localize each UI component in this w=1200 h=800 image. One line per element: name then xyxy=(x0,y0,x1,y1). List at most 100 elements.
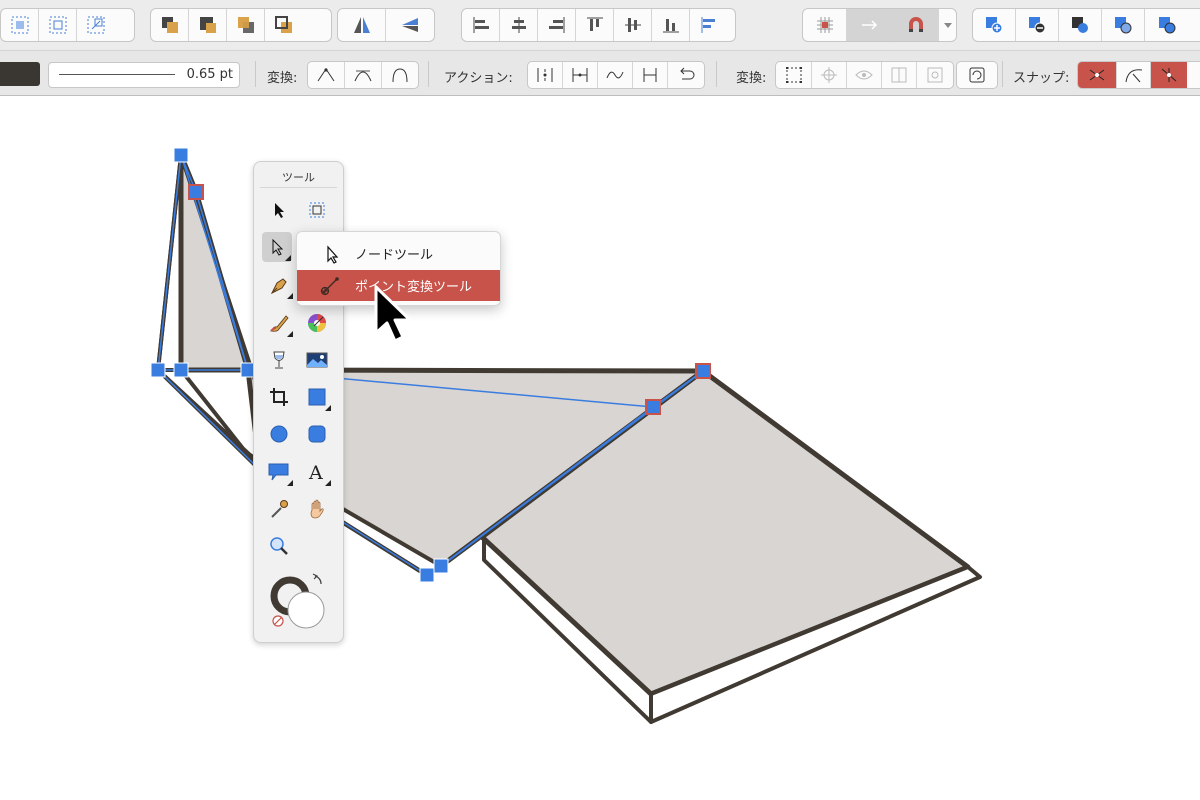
eye-icon[interactable] xyxy=(847,62,882,88)
subtract-shape-icon[interactable] xyxy=(1016,9,1059,41)
context-toolbar: 0.65 pt 変換: アクション: 変換: スナップ: xyxy=(0,51,1200,96)
close-curve-icon[interactable] xyxy=(633,62,668,88)
pen-tool-icon[interactable] xyxy=(264,270,294,300)
bounding-box-icon[interactable] xyxy=(776,62,812,88)
snapping-group xyxy=(802,8,957,42)
left-flap[interactable] xyxy=(156,152,262,472)
color-wheel-icon[interactable] xyxy=(302,308,332,338)
scale-icon[interactable] xyxy=(882,62,917,88)
bring-to-front-icon[interactable] xyxy=(151,9,189,41)
snap-mode-group xyxy=(1077,61,1200,89)
fill-stroke-swatches[interactable] xyxy=(269,570,329,630)
flyout-item-node-tool[interactable]: ノードツール xyxy=(297,238,500,269)
image-tool-icon[interactable] xyxy=(302,345,332,375)
mouse-cursor-icon xyxy=(374,285,412,343)
arrange-group xyxy=(150,8,332,42)
node-handle-selected[interactable] xyxy=(188,184,204,200)
flip-horizontal-icon[interactable] xyxy=(338,9,386,41)
rounded-rect-tool-icon[interactable] xyxy=(302,419,332,449)
sharp-node-icon[interactable] xyxy=(308,62,345,88)
divider xyxy=(260,187,337,188)
break-node-icon[interactable] xyxy=(528,62,563,88)
node-handle-selected[interactable] xyxy=(645,399,661,415)
artboard-tool-icon[interactable] xyxy=(302,195,332,225)
brush-tool-icon[interactable] xyxy=(264,308,294,338)
divide-shape-icon[interactable] xyxy=(1145,9,1188,41)
magnet-icon[interactable] xyxy=(893,9,939,41)
flyout-item-label: ノードツール xyxy=(355,248,434,263)
rectangle-tool-icon[interactable] xyxy=(302,382,332,412)
node-tool-icon[interactable] xyxy=(262,232,292,262)
main-toolbar xyxy=(0,0,1200,51)
node-handle[interactable] xyxy=(173,362,189,378)
rotate-box-icon[interactable] xyxy=(917,62,953,88)
flip-group xyxy=(337,8,435,42)
node-tool-icon xyxy=(327,245,339,264)
crop-tool-icon[interactable] xyxy=(264,382,294,412)
node-handle-selected[interactable] xyxy=(695,363,711,379)
align-center-icon[interactable] xyxy=(500,9,538,41)
snap-arrow-icon[interactable] xyxy=(847,9,893,41)
divider xyxy=(255,61,256,87)
crosshair-icon[interactable] xyxy=(812,62,847,88)
callout-tool-icon[interactable] xyxy=(264,457,294,487)
intersect-shape-icon[interactable] xyxy=(1059,9,1102,41)
action-group xyxy=(527,61,705,89)
node-handle[interactable] xyxy=(150,362,166,378)
align-group xyxy=(461,8,736,42)
select-none-icon[interactable] xyxy=(39,9,77,41)
text-tool-icon[interactable]: A xyxy=(302,457,332,487)
send-backward-icon[interactable] xyxy=(227,9,265,41)
eyedropper-tool-icon[interactable] xyxy=(264,494,294,524)
selection-group xyxy=(0,8,135,42)
distribute-icon[interactable] xyxy=(690,9,728,41)
xor-shape-icon[interactable] xyxy=(1102,9,1145,41)
transform2-label: 変換: xyxy=(736,71,767,86)
boolean-group xyxy=(972,8,1200,42)
zoom-tool-icon[interactable] xyxy=(264,531,294,561)
divider xyxy=(428,61,429,87)
grid-snap-icon[interactable] xyxy=(803,9,847,41)
select-all-icon[interactable] xyxy=(1,9,39,41)
svg-text:A: A xyxy=(308,462,323,483)
snap-label: スナップ: xyxy=(1013,71,1070,86)
snap-curve-icon[interactable] xyxy=(1117,62,1151,88)
transform-label: 変換: xyxy=(267,71,298,86)
rotate-group xyxy=(956,61,998,89)
align-bottom-icon[interactable] xyxy=(652,9,690,41)
snap-nodes-icon[interactable] xyxy=(1078,62,1117,88)
palette-title: ツール xyxy=(282,171,315,184)
flip-vertical-icon[interactable] xyxy=(386,9,434,41)
ellipse-tool-icon[interactable] xyxy=(264,419,294,449)
stroke-color-swatch[interactable] xyxy=(0,62,40,86)
chevron-down-icon[interactable] xyxy=(939,9,956,41)
action-label: アクション: xyxy=(444,71,513,86)
align-middle-icon[interactable] xyxy=(614,9,652,41)
align-left-icon[interactable] xyxy=(462,9,500,41)
node-handle[interactable] xyxy=(173,147,189,163)
align-right-icon[interactable] xyxy=(538,9,576,41)
smooth-curve-icon[interactable] xyxy=(598,62,633,88)
transparency-tool-icon[interactable] xyxy=(264,345,294,375)
drawing-canvas[interactable] xyxy=(0,96,1200,800)
stroke-preview-line xyxy=(59,74,175,75)
smooth-node-icon[interactable] xyxy=(345,62,382,88)
hand-tool-icon[interactable] xyxy=(302,494,332,524)
transform-mode-group xyxy=(775,61,954,89)
pointer-tool-icon[interactable] xyxy=(264,195,294,225)
send-to-back-icon[interactable] xyxy=(265,9,303,41)
join-node-icon[interactable] xyxy=(563,62,598,88)
bring-forward-icon[interactable] xyxy=(189,9,227,41)
align-top-icon[interactable] xyxy=(576,9,614,41)
symmetric-node-icon[interactable] xyxy=(382,62,418,88)
reverse-curve-icon[interactable] xyxy=(668,62,704,88)
point-transform-icon xyxy=(320,277,339,296)
rotate-icon[interactable] xyxy=(957,62,997,88)
node-handle[interactable] xyxy=(433,558,449,574)
stroke-width-field[interactable]: 0.65 pt xyxy=(48,62,240,88)
invert-selection-icon[interactable] xyxy=(77,9,115,41)
node-handle[interactable] xyxy=(419,567,435,583)
add-shape-icon[interactable] xyxy=(973,9,1016,41)
snap-guides-icon[interactable] xyxy=(1151,62,1187,88)
divider xyxy=(716,61,717,87)
